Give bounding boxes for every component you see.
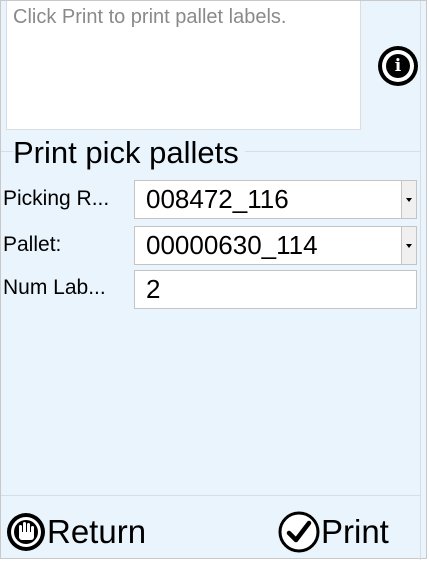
info-icon: i [382,50,414,82]
return-button[interactable]: Return [5,507,146,557]
num-labels-input[interactable]: 2 [134,270,417,309]
picking-route-value: 008472_116 [146,184,289,214]
num-labels-label: Num Lab... [3,276,106,299]
info-button[interactable]: i [378,46,418,86]
pallet-dropdown-button[interactable] [401,227,416,264]
pallet-label: Pallet: [3,233,62,256]
info-glyph: i [386,54,410,78]
chevron-down-icon [406,243,412,248]
return-label: Return [47,513,147,550]
pallet-dropdown[interactable]: 00000630_114 [134,226,417,265]
print-button[interactable]: Print [277,507,389,557]
picking-route-dropdown-button[interactable] [401,181,416,218]
checkmark-circle-icon [278,511,320,553]
section-title: Print pick pallets [13,134,245,172]
pallet-value: 00000630_114 [146,230,318,260]
stop-hand-icon [7,513,45,551]
picking-route-label: Picking R... [3,187,110,210]
message-text: Click Print to print pallet labels. [13,6,287,28]
app-window: Click Print to print pallet labels. i Pr… [0,0,427,560]
footer-divider [1,495,420,496]
num-labels-value: 2 [146,274,161,304]
chevron-down-icon [406,197,412,202]
print-label: Print [321,513,389,550]
right-border-line [420,1,421,560]
picking-route-dropdown[interactable]: 008472_116 [134,180,417,219]
message-box: Click Print to print pallet labels. [6,1,361,130]
